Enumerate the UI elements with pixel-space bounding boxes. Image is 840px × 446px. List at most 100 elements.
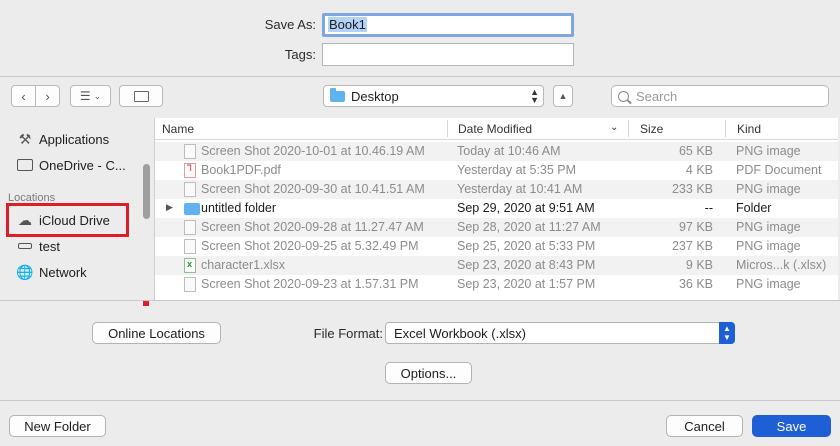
file-kind: PNG image — [736, 277, 801, 291]
file-date: Sep 23, 2020 at 8:43 PM — [457, 258, 596, 272]
image-file-icon — [184, 220, 196, 235]
column-date-modified[interactable]: Date Modified — [458, 122, 532, 136]
file-format-value: Excel Workbook (.xlsx) — [394, 325, 526, 341]
column-kind[interactable]: Kind — [737, 122, 761, 136]
pdf-file-icon — [184, 163, 196, 178]
view-options-button[interactable]: ☰ ⌄ — [70, 85, 111, 107]
chevron-down-icon: ⌄ — [93, 90, 102, 101]
image-file-icon — [184, 182, 196, 197]
file-name: character1.xlsx — [201, 258, 286, 272]
sidebar-scrollbar[interactable] — [143, 164, 150, 219]
column-size[interactable]: Size — [640, 122, 663, 136]
top-divider — [0, 76, 840, 77]
folder-icon — [184, 203, 200, 215]
search-placeholder: Search — [636, 88, 678, 104]
list-view-icon: ☰ — [79, 89, 91, 103]
tags-label: Tags: — [284, 47, 316, 62]
file-row[interactable]: Book1PDF.pdf Yesterday at 5:35 PM 4 KB PDF … — [155, 161, 838, 180]
file-size: 65 KB — [678, 144, 713, 158]
file-name: Screen Shot 2020-09-23 at 1.57.31 PM — [201, 277, 419, 291]
folder-icon — [330, 87, 345, 102]
new-folder-button[interactable]: New Folder — [9, 415, 106, 437]
file-name: Screen Shot 2020-09-28 at 11.27.47 AM — [201, 220, 424, 234]
sidebar-item-label: test — [39, 238, 60, 254]
sidebar-item-label: OneDrive - C... — [39, 157, 126, 173]
file-row[interactable]: Screen Shot 2020-09-23 at 1.57.31 PM Sep … — [155, 275, 838, 294]
sidebar-item-label: Applications — [39, 131, 110, 147]
file-row[interactable]: Screen Shot 2020-09-28 at 11.27.47 AM Sep… — [155, 218, 838, 237]
search-input[interactable]: Search — [611, 85, 829, 107]
image-file-icon — [184, 239, 196, 254]
network-icon: 🌐 — [16, 263, 34, 280]
file-row[interactable]: Screen Shot 2020-09-25 at 5.32.49 PM Sep … — [155, 237, 838, 256]
file-date: Yesterday at 10:41 AM — [457, 182, 583, 196]
file-date: Sep 25, 2020 at 5:33 PM — [457, 239, 596, 253]
tags-field[interactable] — [322, 43, 574, 66]
disclosure-triangle-icon[interactable]: ▶ — [166, 202, 173, 213]
file-date: Sep 28, 2020 at 11:27 AM — [457, 220, 601, 234]
column-name[interactable]: Name — [162, 122, 194, 136]
column-divider — [725, 120, 726, 137]
online-locations-button[interactable]: Online Locations — [92, 322, 221, 344]
excel-file-icon — [184, 258, 196, 273]
save-button[interactable]: Save — [752, 415, 831, 437]
drive-icon — [16, 238, 34, 254]
file-name: Screen Shot 2020-09-30 at 10.41.51 AM — [201, 182, 425, 196]
sidebar-item-label: Network — [39, 264, 87, 280]
sidebar-item-network[interactable]: 🌐 Network — [16, 263, 87, 280]
forward-button[interactable]: › — [35, 85, 60, 107]
location-popup[interactable]: Desktop ▲ ▼ — [323, 85, 544, 107]
file-row[interactable]: ▶ untitled folder Sep 29, 2020 at 9:51 AM -… — [155, 199, 838, 218]
file-list: Name Date Modified ⌄ Size Kind Screen Sh… — [154, 118, 838, 300]
file-date: Today at 10:46 AM — [457, 144, 561, 158]
file-name: untitled folder — [201, 201, 277, 215]
new-folder-toolbar-button[interactable] — [119, 85, 163, 107]
file-kind: PNG image — [736, 239, 801, 253]
file-size: 233 KB — [671, 182, 713, 196]
save-as-field[interactable]: Book1 — [322, 13, 574, 37]
save-as-label: Save As: — [264, 17, 316, 32]
updown-chevron-icon: ▲ ▼ — [719, 322, 735, 344]
file-date: Sep 29, 2020 at 9:51 AM — [457, 201, 595, 215]
file-size: 97 KB — [678, 220, 713, 234]
file-row[interactable]: Screen Shot 2020-10-01 at 10.46.19 AM Tod… — [155, 142, 838, 161]
search-icon — [618, 90, 629, 102]
chevron-right-icon: › — [45, 88, 50, 104]
applications-icon: ⚒ — [18, 130, 32, 147]
sort-chevron-icon: ⌄ — [610, 122, 619, 133]
file-kind: Folder — [736, 201, 772, 215]
file-row[interactable]: character1.xlsx Sep 23, 2020 at 8:43 PM 9 … — [155, 256, 838, 275]
options-button[interactable]: Options... — [385, 362, 472, 384]
file-date: Sep 23, 2020 at 1:57 PM — [457, 277, 596, 291]
cancel-button[interactable]: Cancel — [666, 415, 743, 437]
sidebar-item-applications[interactable]: ⚒ Applications — [16, 131, 109, 147]
chevron-up-icon: ▲ — [558, 91, 568, 101]
column-divider — [628, 120, 629, 137]
sidebar-item-onedrive[interactable]: OneDrive - C... — [16, 157, 126, 173]
file-row[interactable]: Screen Shot 2020-09-30 at 10.41.51 AM Yes… — [155, 180, 838, 199]
file-kind: PNG image — [736, 220, 801, 234]
updown-chevron-icon: ▲ ▼ — [530, 87, 539, 105]
file-size: 9 KB — [685, 258, 713, 272]
file-kind: Micros...k (.xlsx) — [736, 258, 827, 272]
folder-icon — [16, 157, 34, 173]
sidebar-item-test[interactable]: test — [16, 238, 60, 254]
back-button[interactable]: ‹ — [11, 85, 36, 107]
file-size: 237 KB — [671, 239, 713, 253]
file-kind: PNG image — [736, 182, 801, 196]
image-file-icon — [184, 277, 196, 292]
file-name: Book1PDF.pdf — [201, 163, 281, 177]
file-name: Screen Shot 2020-09-25 at 5.32.49 PM — [201, 239, 419, 253]
file-format-label: File Format: — [313, 326, 383, 341]
column-header: Name Date Modified ⌄ Size Kind — [155, 118, 838, 140]
new-folder-icon — [133, 90, 149, 102]
location-label: Desktop — [351, 88, 399, 104]
column-divider — [447, 120, 448, 137]
collapse-button[interactable]: ▲ — [553, 85, 573, 107]
file-size: 36 KB — [678, 277, 713, 291]
image-file-icon — [184, 144, 196, 159]
file-name: Screen Shot 2020-10-01 at 10.46.19 AM — [201, 144, 425, 158]
file-kind: PNG image — [736, 144, 801, 158]
file-format-popup[interactable]: Excel Workbook (.xlsx) ▲ ▼ — [385, 322, 735, 344]
file-size: 4 KB — [685, 163, 713, 177]
